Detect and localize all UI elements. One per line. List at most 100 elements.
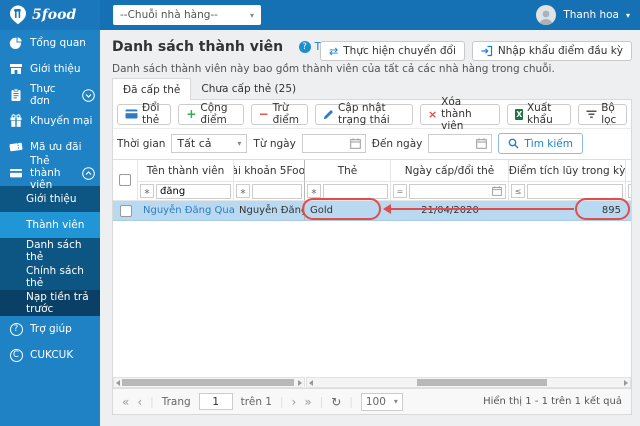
name-filter-input[interactable] [160, 186, 227, 197]
user-menu[interactable]: Thanh hoa ▾ [536, 5, 640, 25]
tab-not-issued-cards[interactable]: Chưa cấp thẻ (25) [191, 78, 306, 100]
ticket-icon [9, 140, 23, 154]
sidebar-item-label: Trợ giúp [30, 323, 72, 335]
swap-arrows-icon: ⇄ [329, 45, 338, 58]
last-page-icon[interactable]: » [304, 395, 311, 409]
scroll-left-icon[interactable] [116, 380, 120, 386]
pie-chart-icon [9, 36, 23, 50]
page-title: Danh sách thành viên [112, 39, 283, 55]
cell-account: Nguyễn Đăng Quang [234, 201, 305, 221]
add-points-button[interactable]: + Cộng điểm [178, 104, 243, 125]
sidebar-subitem-prepaid-topup[interactable]: Nạp tiền trả trước [0, 290, 100, 316]
filter-bar: Thời gian Tất cả ▾ Từ ngày Đến ngày [113, 129, 631, 158]
row-checkbox[interactable] [120, 205, 132, 217]
points-filter-input[interactable] [531, 186, 619, 197]
filter-operator-button[interactable]: = [393, 184, 407, 198]
account-filter-cell: ∗ [234, 182, 305, 201]
annotation-arrow-head [383, 204, 391, 214]
sidebar-subitem-card-list[interactable]: Danh sách thẻ [0, 238, 100, 264]
sidebar-item-help[interactable]: ? Trợ giúp [0, 316, 100, 342]
sidebar-item-overview[interactable]: Tổng quan [0, 30, 100, 56]
sidebar-item-promotions[interactable]: Khuyến mại [0, 108, 100, 134]
store-icon [9, 62, 23, 76]
sidebar-item-menu[interactable]: Thực đơn [0, 82, 100, 108]
sidebar-item-cukcuk[interactable]: C CUKCUK [0, 342, 100, 368]
to-date-input[interactable] [428, 134, 492, 153]
export-button[interactable]: X Xuất khẩu [507, 104, 571, 125]
import-opening-points-button[interactable]: Nhập khẩu điểm đầu kỳ [472, 41, 632, 61]
from-date-label: Từ ngày [253, 138, 295, 150]
filter-operator-button[interactable]: ∗ [140, 184, 154, 198]
sidebar-subitem-card-policy[interactable]: Chính sách thẻ [0, 264, 100, 290]
change-card-button[interactable]: Đổi thẻ [117, 104, 171, 125]
x-icon: × [428, 108, 437, 121]
app-logo[interactable]: 5food [0, 0, 100, 30]
update-status-button[interactable]: Cập nhật trạng thái [315, 104, 413, 125]
search-button[interactable]: Tìm kiếm [498, 133, 583, 154]
tab-issued-cards[interactable]: Đã cấp thẻ [112, 78, 191, 100]
card-icon [125, 109, 138, 119]
filter-button[interactable]: Bộ lọc [578, 104, 627, 125]
scrollbar-thumb[interactable] [417, 379, 547, 386]
select-all-checkbox[interactable] [119, 174, 131, 186]
annotation-oval-card [302, 198, 381, 220]
column-header-name[interactable]: Tên thành viên [138, 160, 234, 182]
column-header-date[interactable]: Ngày cấp/đổi thẻ [391, 160, 509, 182]
calendar-icon[interactable] [492, 186, 502, 196]
refresh-icon[interactable]: ↻ [331, 395, 341, 409]
card-filter-input[interactable] [327, 186, 384, 197]
sidebar-item-member-card[interactable]: Thẻ thành viên [0, 160, 100, 186]
results-summary: Hiển thị 1 - 1 trên 1 kết quả [483, 396, 622, 407]
plus-icon: + [186, 107, 196, 121]
from-date-input[interactable] [302, 134, 366, 153]
sidebar-item-introduction[interactable]: Giới thiệu [0, 56, 100, 82]
update-status-label: Cập nhật trạng thái [338, 102, 405, 126]
topbar: 5food --Chuỗi nhà hàng-- ▾ Thanh hoa ▾ [0, 0, 640, 30]
page-number-input[interactable] [199, 393, 233, 410]
search-icon [508, 138, 519, 149]
sidebar-subitem-label: Giới thiệu [26, 193, 77, 205]
date-filter-input[interactable] [413, 186, 492, 197]
cell-date: 21/04/2020 [391, 201, 509, 221]
chevron-down-circle-icon [82, 89, 95, 102]
scroll-left-icon[interactable] [309, 380, 313, 386]
members-grid: Tên thành viên Tài khoản 5Food Thẻ Ngày … [113, 159, 631, 377]
filter-operator-button[interactable]: ≤ [511, 184, 525, 198]
column-header-partial [626, 160, 631, 182]
subtract-points-button[interactable]: − Trừ điểm [251, 104, 308, 125]
page-size-select[interactable]: 100 ▾ [361, 393, 403, 411]
avatar [536, 5, 556, 25]
chain-select[interactable]: --Chuỗi nhà hàng-- ▾ [113, 5, 261, 25]
to-date-label: Đến ngày [372, 138, 423, 150]
filter-operator-button[interactable]: ∗ [307, 184, 321, 198]
scrollable-columns-scrollbar[interactable] [306, 377, 631, 388]
filter-operator-button[interactable]: ∗ [236, 184, 250, 198]
select-all-cell [113, 160, 138, 201]
delete-member-button[interactable]: × Xóa thành viên [420, 104, 501, 125]
sidebar-item-label: Mã ưu đãi [30, 141, 82, 153]
convert-button[interactable]: ⇄ Thực hiện chuyển đổi [320, 41, 465, 61]
filter-operator-button[interactable]: ≤ [628, 184, 631, 198]
content-panel: Đổi thẻ + Cộng điểm − Trừ điểm Cập nhật … [112, 99, 632, 415]
5food-pin-icon [9, 5, 27, 25]
column-header-points[interactable]: Điểm tích lũy trong kỳ [509, 160, 626, 182]
scroll-right-icon[interactable] [298, 380, 302, 386]
sidebar: Tổng quan Giới thiệu Thực đơn Khuyến mại… [0, 30, 100, 426]
column-header-account[interactable]: Tài khoản 5Food [234, 160, 305, 182]
account-filter-input[interactable] [256, 186, 298, 197]
page-size-value: 100 [366, 396, 386, 408]
calendar-icon [476, 138, 487, 149]
page-header: Danh sách thành viên ? Trợ giúp ⇄ Thực h… [112, 39, 632, 63]
scrollbar-thumb[interactable] [122, 379, 294, 386]
column-header-card[interactable]: Thẻ [305, 160, 391, 182]
scroll-right-icon[interactable] [624, 380, 628, 386]
member-name-link[interactable]: Nguyễn Đăng Quang [143, 205, 234, 216]
first-page-icon[interactable]: « [122, 395, 129, 409]
divider: | [280, 396, 284, 408]
sidebar-subitem-members[interactable]: Thành viên [0, 212, 100, 238]
time-select[interactable]: Tất cả ▾ [171, 134, 247, 153]
next-page-icon[interactable]: › [292, 395, 297, 409]
question-circle-icon: ? [9, 323, 23, 336]
locked-columns-scrollbar[interactable] [113, 377, 305, 388]
prev-page-icon[interactable]: ‹ [137, 395, 142, 409]
